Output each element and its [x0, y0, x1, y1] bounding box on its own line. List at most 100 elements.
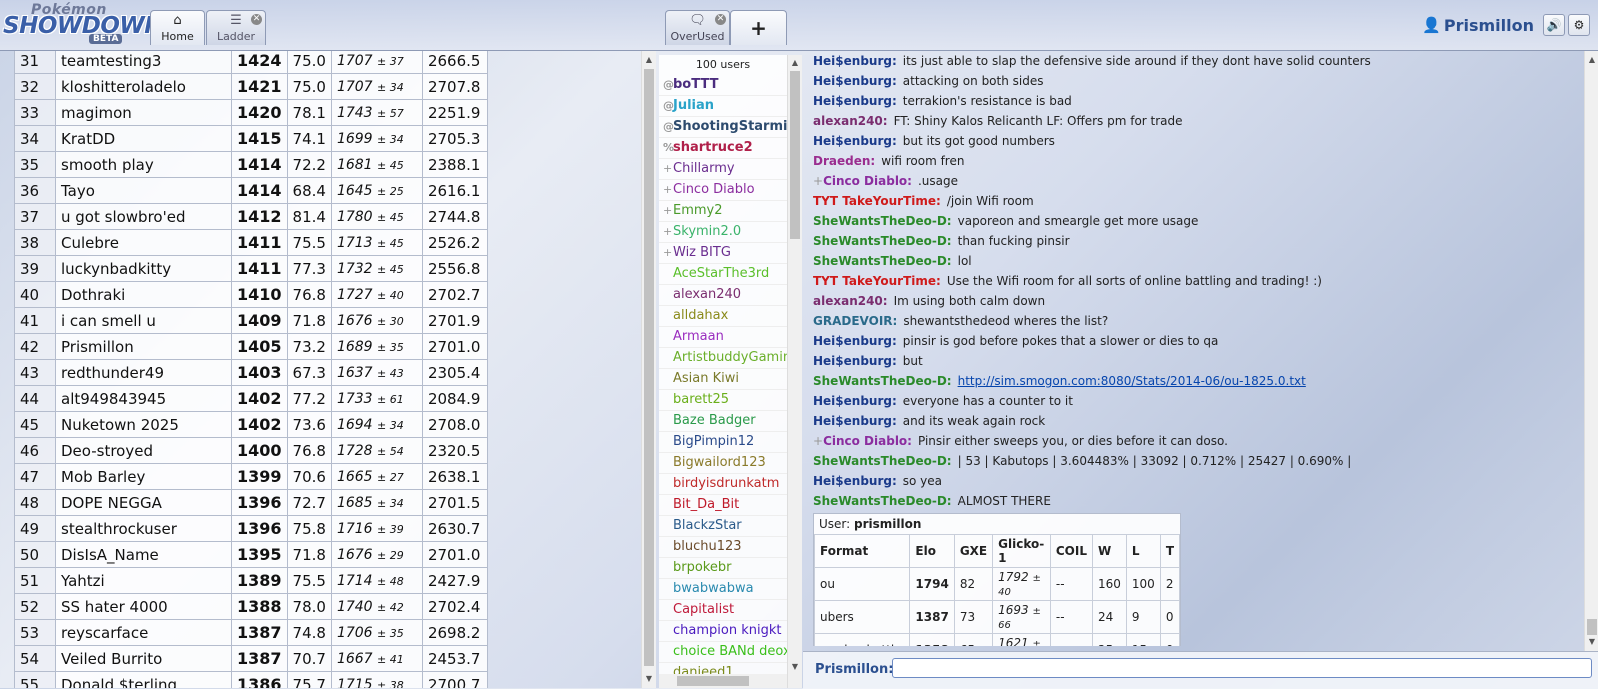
chat-username[interactable]: alexan240:	[813, 114, 888, 128]
close-icon[interactable]: ✕	[251, 14, 262, 25]
ladder-player-name[interactable]: smooth play	[55, 151, 232, 178]
user-list-item[interactable]: Armaan	[659, 327, 787, 348]
tab-overused-room[interactable]: 🗨 OverUsed ✕	[665, 10, 730, 45]
close-icon[interactable]: ✕	[715, 14, 726, 25]
scroll-down-icon[interactable]: ▼	[1585, 635, 1598, 649]
ladder-player-name[interactable]: u got slowbro'ed	[55, 203, 232, 230]
chat-username[interactable]: alexan240:	[813, 294, 888, 308]
user-list-item[interactable]: AceStarThe3rd	[659, 264, 787, 285]
showdown-logo[interactable]: Pokémon SHOWDOWN! BETA	[3, 2, 174, 45]
user-list-item[interactable]: +Cinco Diablo	[659, 180, 787, 201]
ladder-player-name[interactable]: teamtesting3	[55, 51, 232, 74]
chat-username[interactable]: SheWantsTheDeo-D:	[813, 374, 952, 388]
ladder-player-name[interactable]: SS hater 4000	[55, 593, 232, 620]
ladder-player-name[interactable]: luckynbadkitty	[55, 255, 232, 282]
user-list-item[interactable]: alexan240	[659, 285, 787, 306]
ladder-player-name[interactable]: Tayo	[55, 177, 232, 204]
ladder-player-name[interactable]: Mob Barley	[55, 463, 232, 490]
user-list-item[interactable]: champion knigkt	[659, 621, 787, 642]
user-list-item[interactable]: bluchu123	[659, 537, 787, 558]
ladder-player-name[interactable]: DOPE NEGGA	[55, 489, 232, 516]
user-list-item[interactable]: Baze Badger	[659, 411, 787, 432]
ladder-player-name[interactable]: alt949843945	[55, 385, 232, 412]
tab-ladder[interactable]: ☰ Ladder ✕	[206, 10, 266, 45]
add-room-button[interactable]: +	[730, 10, 787, 45]
chat-message-input[interactable]	[892, 658, 1592, 678]
scroll-up-icon[interactable]: ▲	[1585, 53, 1598, 67]
user-list-item[interactable]: Capitalist	[659, 600, 787, 621]
userlist-scrollbar[interactable]: ▲ ▼	[787, 55, 802, 688]
user-list-item[interactable]: choice BANd deoxys	[659, 642, 787, 663]
scroll-down-icon[interactable]: ▼	[788, 660, 802, 674]
user-list-item[interactable]: Asian Kiwi	[659, 369, 787, 390]
ladder-player-name[interactable]: Nuketown 2025	[55, 411, 232, 438]
chat-username[interactable]: SheWantsTheDeo-D:	[813, 494, 952, 508]
chat-username[interactable]: SheWantsTheDeo-D:	[813, 214, 952, 228]
user-list-item[interactable]: bwabwabwa	[659, 579, 787, 600]
userlist-hscroll-thumb[interactable]	[677, 676, 749, 686]
user-list-item[interactable]: Bigwailord123	[659, 453, 787, 474]
username-button[interactable]: Prismillon	[1444, 16, 1534, 35]
tab-home[interactable]: ⌂ Home	[150, 10, 205, 45]
user-list-item[interactable]: alldahax	[659, 306, 787, 327]
chat-username[interactable]: Hei$enburg:	[813, 334, 897, 348]
chat-scrollbar[interactable]: ▲ ▼	[1584, 51, 1598, 651]
userlist-scroll-thumb[interactable]	[790, 71, 800, 239]
user-list-item[interactable]: +Emmy2	[659, 201, 787, 222]
scroll-up-icon[interactable]: ▲	[788, 56, 802, 70]
ladder-player-name[interactable]: Donald $terling	[55, 671, 232, 688]
user-list-item[interactable]: brpokebr	[659, 558, 787, 579]
chat-username[interactable]: Draeden:	[813, 154, 875, 168]
user-list-item[interactable]: BlackzStar	[659, 516, 787, 537]
user-list-item[interactable]: %shartruce2	[659, 138, 787, 159]
chat-link[interactable]: http://sim.smogon.com:8080/Stats/2014-06…	[958, 374, 1306, 388]
chat-username[interactable]: Hei$enburg:	[813, 134, 897, 148]
chat-username[interactable]: +Cinco Diablo:	[813, 174, 912, 188]
user-list-item[interactable]: barett25	[659, 390, 787, 411]
chat-username[interactable]: Hei$enburg:	[813, 54, 897, 68]
scroll-up-icon[interactable]: ▲	[642, 53, 656, 67]
user-list-item[interactable]: @Julian	[659, 96, 787, 117]
chat-username[interactable]: +Cinco Diablo:	[813, 434, 912, 448]
user-list-item[interactable]: @ShootingStarmie	[659, 117, 787, 138]
chat-username[interactable]: TYT TakeYourTime:	[813, 274, 941, 288]
chat-username[interactable]: GRADEVOIR:	[813, 314, 897, 328]
ladder-player-name[interactable]: redthunder49	[55, 359, 232, 386]
gear-icon[interactable]: ⚙	[1568, 14, 1590, 36]
ladder-player-name[interactable]: stealthrockuser	[55, 515, 232, 542]
ladder-player-name[interactable]: DisIsA_Name	[55, 541, 232, 568]
scroll-down-icon[interactable]: ▼	[642, 672, 656, 686]
chat-username[interactable]: Hei$enburg:	[813, 474, 897, 488]
user-list-item[interactable]: +Skymin2.0	[659, 222, 787, 243]
ladder-player-name[interactable]: i can smell u	[55, 307, 232, 334]
ladder-player-name[interactable]: Prismillon	[55, 333, 232, 360]
user-list-item[interactable]: birdyisdrunkatm	[659, 474, 787, 495]
chat-username[interactable]: Hei$enburg:	[813, 394, 897, 408]
ladder-player-name[interactable]: Veiled Burrito	[55, 645, 232, 672]
chat-username[interactable]: SheWantsTheDeo-D:	[813, 454, 952, 468]
user-list-item[interactable]: +Chillarmy	[659, 159, 787, 180]
ladder-player-name[interactable]: Culebre	[55, 229, 232, 256]
sound-icon[interactable]: 🔊	[1543, 14, 1565, 36]
user-list-item[interactable]: +Wiz BITG	[659, 243, 787, 264]
user-list-item[interactable]: @boTTT	[659, 75, 787, 96]
chat-username[interactable]: SheWantsTheDeo-D:	[813, 234, 952, 248]
user-list-item[interactable]: BigPimpin12	[659, 432, 787, 453]
userlist-horizontal-scrollbar[interactable]	[659, 674, 787, 688]
ladder-player-name[interactable]: KratDD	[55, 125, 232, 152]
user-list-item[interactable]: Bit_Da_Bit	[659, 495, 787, 516]
chat-scroll-thumb[interactable]	[1587, 619, 1597, 635]
chat-username[interactable]: Hei$enburg:	[813, 414, 897, 428]
ladder-player-name[interactable]: Yahtzi	[55, 567, 232, 594]
user-list-item[interactable]: ArtistbuddyGaming	[659, 348, 787, 369]
chat-username[interactable]: SheWantsTheDeo-D:	[813, 254, 952, 268]
ladder-scrollbar[interactable]: ▲ ▼	[641, 51, 656, 688]
ladder-player-name[interactable]: magimon	[55, 99, 232, 126]
ladder-scroll-thumb[interactable]	[644, 69, 654, 666]
chat-username[interactable]: Hei$enburg:	[813, 354, 897, 368]
ladder-player-name[interactable]: Dothraki	[55, 281, 232, 308]
ladder-player-name[interactable]: Deo-stroyed	[55, 437, 232, 464]
chat-username[interactable]: Hei$enburg:	[813, 94, 897, 108]
chat-username[interactable]: TYT TakeYourTime:	[813, 194, 941, 208]
ladder-player-name[interactable]: reyscarface	[55, 619, 232, 646]
